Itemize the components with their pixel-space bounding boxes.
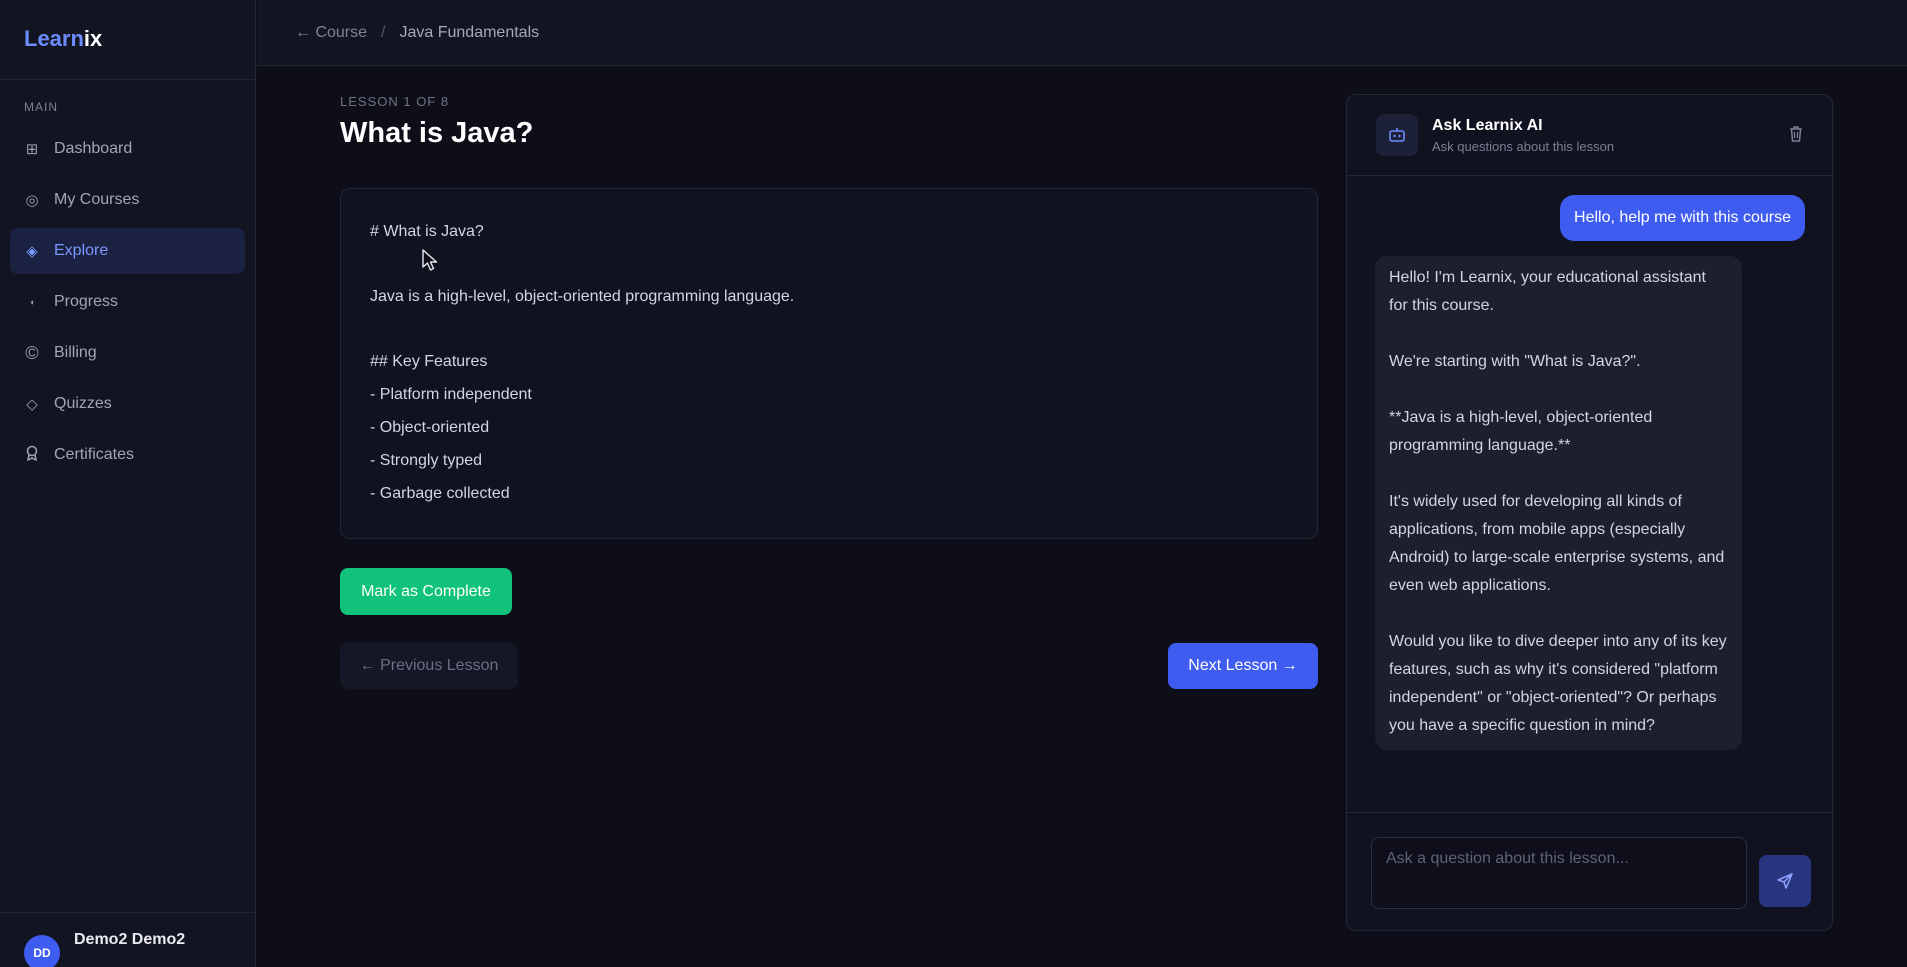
assistant-message-paragraph: Hello! I'm Learnix, your educational ass… [1389, 269, 1706, 314]
lesson-content: # What is Java? Java is a high-level, ob… [340, 188, 1318, 539]
diamond-icon: ◈ [26, 243, 38, 260]
logo-text-ix: ix [83, 26, 103, 51]
user-message: Hello, help me with this course [1560, 195, 1805, 241]
breadcrumb: ← Course / Java Fundamentals [295, 24, 539, 42]
assistant-message-paragraph: It's widely used for developing all kind… [1389, 493, 1725, 594]
page-title: What is Java? [340, 117, 534, 149]
breadcrumb-separator: / [381, 23, 386, 41]
logo-text-learn: Learn [24, 26, 84, 51]
mouse-cursor-icon [422, 249, 438, 271]
ai-panel-subtitle: Ask questions about this lesson [1432, 138, 1615, 154]
sidebar-section-label: MAIN [24, 100, 58, 114]
sidebar-item-label: Dashboard [54, 140, 133, 157]
assistant-message-paragraph: We're starting with "What is Java?". [1389, 353, 1641, 370]
sidebar-item-label: Explore [54, 242, 109, 259]
lesson-progress-label: LESSON 1 OF 8 [340, 94, 450, 109]
content-intro: Java is a high-level, object-oriented pr… [370, 288, 795, 305]
diamond-outline-icon: ◇ [26, 396, 38, 413]
award-icon [24, 445, 40, 465]
pie-icon: ◖ [29, 297, 35, 307]
ai-assistant-panel: Ask Learnix AI Ask questions about this … [1346, 94, 1833, 931]
breadcrumb-current: Java Fundamentals [399, 23, 540, 41]
sidebar: Learnix MAIN ⊞ Dashboard ◎ My Courses ◈ … [0, 0, 256, 967]
ai-input-area [1347, 812, 1832, 930]
sidebar-item-billing[interactable]: © Billing [10, 330, 245, 376]
user-name: Demo2 Demo2 [74, 931, 186, 948]
ai-panel-title: Ask Learnix AI [1432, 116, 1543, 134]
send-button[interactable] [1759, 855, 1811, 907]
content-list-item: - Strongly typed [370, 452, 483, 469]
sidebar-item-label: Progress [54, 293, 119, 310]
next-lesson-button[interactable]: Next Lesson → [1168, 643, 1318, 689]
sidebar-item-my-courses[interactable]: ◎ My Courses [10, 177, 245, 223]
top-bar: ← Course / Java Fundamentals [257, 0, 1907, 66]
mark-complete-button[interactable]: Mark as Complete [340, 568, 512, 615]
assistant-message-paragraph: **Java is a high-level, object-oriented … [1389, 409, 1653, 454]
assistant-message: Hello! I'm Learnix, your educational ass… [1375, 256, 1742, 750]
sidebar-item-progress[interactable]: ◖ Progress [10, 279, 245, 325]
content-list-item: - Garbage collected [370, 485, 510, 502]
sidebar-item-quizzes[interactable]: ◇ Quizzes [10, 381, 245, 427]
sidebar-item-label: Quizzes [54, 395, 112, 412]
previous-lesson-button[interactable]: ← Previous Lesson [340, 643, 518, 689]
sidebar-item-label: Certificates [54, 446, 135, 463]
content-list-item: - Platform independent [370, 386, 532, 403]
trash-icon[interactable] [1788, 125, 1804, 148]
sidebar-item-label: Billing [54, 344, 97, 361]
content-subheading: ## Key Features [370, 353, 488, 370]
content-list-item: - Object-oriented [370, 419, 490, 436]
app-logo[interactable]: Learnix [0, 0, 255, 80]
bot-icon [1376, 114, 1418, 156]
sidebar-item-certificates[interactable]: Certificates [10, 432, 245, 478]
content-heading: # What is Java? [370, 223, 484, 240]
grid-icon: ⊞ [25, 141, 39, 158]
sidebar-item-dashboard[interactable]: ⊞ Dashboard [10, 126, 245, 172]
avatar: DD [24, 935, 60, 967]
ai-question-input[interactable] [1371, 837, 1747, 909]
send-icon [1777, 873, 1793, 889]
user-profile[interactable]: DD Demo2 Demo2 [0, 912, 256, 967]
assistant-message-paragraph: Would you like to dive deeper into any o… [1389, 633, 1727, 734]
target-icon: ◎ [25, 192, 39, 209]
sidebar-item-explore[interactable]: ◈ Explore [10, 228, 245, 274]
breadcrumb-back-link[interactable]: ← Course [295, 24, 367, 42]
sidebar-item-label: My Courses [54, 191, 140, 208]
ai-panel-header: Ask Learnix AI Ask questions about this … [1347, 95, 1832, 176]
lesson-main: LESSON 1 OF 8 What is Java? # What is Ja… [340, 94, 1318, 689]
copyright-icon: © [25, 342, 39, 363]
